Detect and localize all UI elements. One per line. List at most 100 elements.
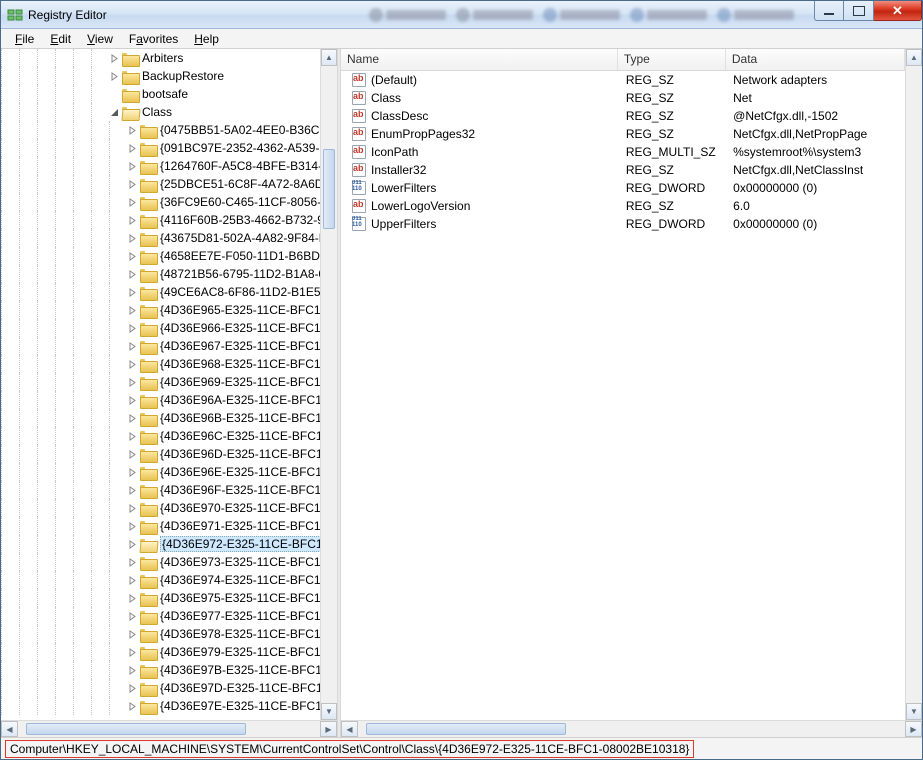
tree-item[interactable]: {4D36E97E-E325-11CE-BFC1-0	[1, 697, 335, 715]
tree-item[interactable]: {091BC97E-2352-4362-A539-1	[1, 139, 335, 157]
list-row[interactable]: LowerLogoVersionREG_SZ6.0	[341, 197, 905, 215]
list-row[interactable]: IconPathREG_MULTI_SZ%systemroot%\system3	[341, 143, 905, 161]
titlebar[interactable]: Registry Editor ✕	[1, 1, 922, 29]
expander-icon[interactable]	[127, 503, 138, 514]
expander-icon[interactable]	[127, 557, 138, 568]
scroll-thumb[interactable]	[366, 723, 566, 735]
tree-vertical-scrollbar[interactable]: ▲ ▼	[320, 49, 337, 720]
tree-item[interactable]: {4D36E97B-E325-11CE-BFC1-0	[1, 661, 335, 679]
scroll-left-icon[interactable]: ◀	[1, 721, 18, 737]
tree-item[interactable]: {4D36E96C-E325-11CE-BFC1-0	[1, 427, 335, 445]
list-pane[interactable]: Name Type Data (Default)REG_SZNetwork ad…	[341, 49, 922, 737]
tree-item[interactable]: {4D36E96A-E325-11CE-BFC1-0	[1, 391, 335, 409]
list-row[interactable]: LowerFiltersREG_DWORD0x00000000 (0)	[341, 179, 905, 197]
list-horizontal-scrollbar[interactable]: ◀ ▶	[341, 720, 922, 737]
list-row[interactable]: Installer32REG_SZNetCfgx.dll,NetClassIns…	[341, 161, 905, 179]
scroll-left-icon[interactable]: ◀	[341, 721, 358, 737]
tree-item[interactable]: {4D36E968-E325-11CE-BFC1-0	[1, 355, 335, 373]
expander-icon[interactable]	[109, 53, 120, 64]
tree-item[interactable]: {4D36E978-E325-11CE-BFC1-0	[1, 625, 335, 643]
menu-favorites[interactable]: Favorites	[121, 30, 186, 48]
tree-item[interactable]: {4D36E977-E325-11CE-BFC1-0	[1, 607, 335, 625]
scroll-up-icon[interactable]: ▲	[321, 49, 337, 66]
list-row[interactable]: ClassREG_SZNet	[341, 89, 905, 107]
close-button[interactable]: ✕	[874, 1, 922, 21]
tree-item[interactable]: {4658EE7E-F050-11D1-B6BD-0	[1, 247, 335, 265]
scroll-right-icon[interactable]: ▶	[320, 721, 337, 737]
expander-icon[interactable]	[109, 71, 120, 82]
expander-icon[interactable]	[127, 431, 138, 442]
tree-item[interactable]: {4D36E974-E325-11CE-BFC1-0	[1, 571, 335, 589]
list-row[interactable]: UpperFiltersREG_DWORD0x00000000 (0)	[341, 215, 905, 233]
tree-item[interactable]: {4D36E970-E325-11CE-BFC1-0	[1, 499, 335, 517]
menu-edit[interactable]: Edit	[42, 30, 79, 48]
scroll-down-icon[interactable]: ▼	[906, 703, 922, 720]
expander-icon[interactable]	[127, 701, 138, 712]
tree-item[interactable]: {4D36E97D-E325-11CE-BFC1-0	[1, 679, 335, 697]
expander-icon[interactable]	[127, 269, 138, 280]
tree-item[interactable]: {4116F60B-25B3-4662-B732-99	[1, 211, 335, 229]
expander-icon[interactable]	[127, 413, 138, 424]
registry-tree[interactable]: ArbitersBackupRestorebootsafeClass{0475B…	[1, 49, 335, 715]
tree-item[interactable]: {4D36E972-E325-11CE-BFC1-0	[1, 535, 335, 553]
tree-item[interactable]: Class	[1, 103, 335, 121]
expander-icon[interactable]	[127, 305, 138, 316]
tree-item[interactable]: {4D36E979-E325-11CE-BFC1-0	[1, 643, 335, 661]
tree-item[interactable]: {4D36E966-E325-11CE-BFC1-0	[1, 319, 335, 337]
expander-icon[interactable]	[127, 359, 138, 370]
expander-icon[interactable]	[127, 251, 138, 262]
expander-icon[interactable]	[127, 197, 138, 208]
menu-file[interactable]: File	[7, 30, 42, 48]
tree-item[interactable]: {4D36E975-E325-11CE-BFC1-0	[1, 589, 335, 607]
tree-item[interactable]: {43675D81-502A-4A82-9F84-E	[1, 229, 335, 247]
list-row[interactable]: EnumPropPages32REG_SZNetCfgx.dll,NetProp…	[341, 125, 905, 143]
expander-icon[interactable]	[127, 287, 138, 298]
expander-icon[interactable]	[127, 377, 138, 388]
tree-item[interactable]: {4D36E971-E325-11CE-BFC1-0	[1, 517, 335, 535]
expander-icon[interactable]	[127, 665, 138, 676]
maximize-button[interactable]	[844, 1, 874, 21]
tree-item[interactable]: {4D36E965-E325-11CE-BFC1-0	[1, 301, 335, 319]
expander-icon[interactable]	[127, 323, 138, 334]
tree-item[interactable]: {48721B56-6795-11D2-B1A8-0	[1, 265, 335, 283]
tree-item[interactable]: {4D36E967-E325-11CE-BFC1-0	[1, 337, 335, 355]
tree-pane[interactable]: ArbitersBackupRestorebootsafeClass{0475B…	[1, 49, 337, 737]
scroll-thumb[interactable]	[26, 723, 246, 735]
tree-item[interactable]: {36FC9E60-C465-11CF-8056-4	[1, 193, 335, 211]
expander-icon[interactable]	[127, 485, 138, 496]
expander-icon[interactable]	[127, 575, 138, 586]
list-row[interactable]: ClassDescREG_SZ@NetCfgx.dll,-1502	[341, 107, 905, 125]
tree-item[interactable]: bootsafe	[1, 85, 335, 103]
tree-item[interactable]: {25DBCE51-6C8F-4A72-8A6D-	[1, 175, 335, 193]
menu-help[interactable]: Help	[186, 30, 227, 48]
tree-item[interactable]: {4D36E96E-E325-11CE-BFC1-0	[1, 463, 335, 481]
scroll-right-icon[interactable]: ▶	[905, 721, 922, 737]
column-data[interactable]: Data	[726, 49, 905, 70]
expander-icon[interactable]	[127, 215, 138, 226]
list-header[interactable]: Name Type Data	[341, 49, 905, 71]
tree-horizontal-scrollbar[interactable]: ◀ ▶	[1, 720, 337, 737]
column-name[interactable]: Name	[341, 49, 618, 70]
tree-item[interactable]: {0475BB51-5A02-4EE0-B36C-2	[1, 121, 335, 139]
expander-icon[interactable]	[127, 539, 138, 550]
scroll-thumb[interactable]	[323, 149, 335, 229]
tree-item[interactable]: {4D36E973-E325-11CE-BFC1-0	[1, 553, 335, 571]
expander-icon[interactable]	[127, 629, 138, 640]
expander-icon[interactable]	[127, 341, 138, 352]
tree-item[interactable]: Arbiters	[1, 49, 335, 67]
expander-icon[interactable]	[127, 593, 138, 604]
expander-icon[interactable]	[127, 611, 138, 622]
expander-icon[interactable]	[127, 467, 138, 478]
expander-icon[interactable]	[127, 395, 138, 406]
expander-icon[interactable]	[127, 683, 138, 694]
tree-item[interactable]: {4D36E96F-E325-11CE-BFC1-0	[1, 481, 335, 499]
list-body[interactable]: (Default)REG_SZNetwork adaptersClassREG_…	[341, 71, 905, 233]
tree-item[interactable]: BackupRestore	[1, 67, 335, 85]
column-type[interactable]: Type	[618, 49, 726, 70]
tree-item[interactable]: {4D36E969-E325-11CE-BFC1-0	[1, 373, 335, 391]
scroll-down-icon[interactable]: ▼	[321, 703, 337, 720]
expander-icon[interactable]	[127, 179, 138, 190]
list-row[interactable]: (Default)REG_SZNetwork adapters	[341, 71, 905, 89]
tree-item[interactable]: {1264760F-A5C8-4BFE-B314-D	[1, 157, 335, 175]
tree-item[interactable]: {4D36E96B-E325-11CE-BFC1-0	[1, 409, 335, 427]
